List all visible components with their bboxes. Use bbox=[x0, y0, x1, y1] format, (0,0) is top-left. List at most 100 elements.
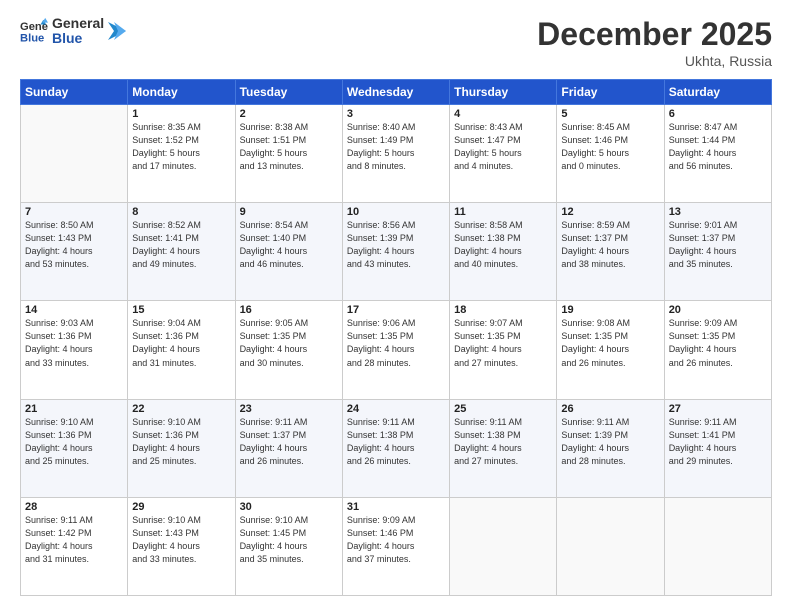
calendar-cell: 15Sunrise: 9:04 AMSunset: 1:36 PMDayligh… bbox=[128, 301, 235, 399]
day-number: 9 bbox=[240, 206, 338, 218]
logo-arrow-icon bbox=[108, 22, 126, 40]
calendar-cell: 31Sunrise: 9:09 AMSunset: 1:46 PMDayligh… bbox=[342, 497, 449, 595]
col-header-tuesday: Tuesday bbox=[235, 80, 342, 105]
calendar-cell: 13Sunrise: 9:01 AMSunset: 1:37 PMDayligh… bbox=[664, 203, 771, 301]
calendar-cell bbox=[21, 105, 128, 203]
location: Ukhta, Russia bbox=[537, 53, 772, 69]
day-info: Sunrise: 8:47 AMSunset: 1:44 PMDaylight:… bbox=[669, 121, 767, 173]
logo: General Blue General Blue bbox=[20, 16, 126, 47]
calendar-cell: 1Sunrise: 8:35 AMSunset: 1:52 PMDaylight… bbox=[128, 105, 235, 203]
calendar-cell: 16Sunrise: 9:05 AMSunset: 1:35 PMDayligh… bbox=[235, 301, 342, 399]
day-number: 29 bbox=[132, 501, 230, 513]
col-header-wednesday: Wednesday bbox=[342, 80, 449, 105]
calendar-cell: 19Sunrise: 9:08 AMSunset: 1:35 PMDayligh… bbox=[557, 301, 664, 399]
calendar-cell: 26Sunrise: 9:11 AMSunset: 1:39 PMDayligh… bbox=[557, 399, 664, 497]
day-number: 13 bbox=[669, 206, 767, 218]
calendar-cell: 29Sunrise: 9:10 AMSunset: 1:43 PMDayligh… bbox=[128, 497, 235, 595]
calendar-week-row: 1Sunrise: 8:35 AMSunset: 1:52 PMDaylight… bbox=[21, 105, 772, 203]
calendar-cell: 9Sunrise: 8:54 AMSunset: 1:40 PMDaylight… bbox=[235, 203, 342, 301]
day-number: 21 bbox=[25, 403, 123, 415]
calendar-cell: 27Sunrise: 9:11 AMSunset: 1:41 PMDayligh… bbox=[664, 399, 771, 497]
calendar-cell bbox=[557, 497, 664, 595]
header: General Blue General Blue December 2025 … bbox=[20, 16, 772, 69]
day-number: 10 bbox=[347, 206, 445, 218]
day-number: 22 bbox=[132, 403, 230, 415]
calendar-cell: 8Sunrise: 8:52 AMSunset: 1:41 PMDaylight… bbox=[128, 203, 235, 301]
day-info: Sunrise: 9:11 AMSunset: 1:38 PMDaylight:… bbox=[454, 416, 552, 468]
day-info: Sunrise: 8:54 AMSunset: 1:40 PMDaylight:… bbox=[240, 219, 338, 271]
col-header-friday: Friday bbox=[557, 80, 664, 105]
col-header-saturday: Saturday bbox=[664, 80, 771, 105]
calendar-cell: 25Sunrise: 9:11 AMSunset: 1:38 PMDayligh… bbox=[450, 399, 557, 497]
day-info: Sunrise: 8:43 AMSunset: 1:47 PMDaylight:… bbox=[454, 121, 552, 173]
day-number: 24 bbox=[347, 403, 445, 415]
logo-text-blue: Blue bbox=[52, 31, 104, 46]
day-info: Sunrise: 8:50 AMSunset: 1:43 PMDaylight:… bbox=[25, 219, 123, 271]
day-info: Sunrise: 9:11 AMSunset: 1:37 PMDaylight:… bbox=[240, 416, 338, 468]
calendar-cell: 28Sunrise: 9:11 AMSunset: 1:42 PMDayligh… bbox=[21, 497, 128, 595]
day-info: Sunrise: 9:10 AMSunset: 1:36 PMDaylight:… bbox=[25, 416, 123, 468]
day-number: 3 bbox=[347, 108, 445, 120]
day-number: 28 bbox=[25, 501, 123, 513]
calendar-cell: 3Sunrise: 8:40 AMSunset: 1:49 PMDaylight… bbox=[342, 105, 449, 203]
calendar-cell: 30Sunrise: 9:10 AMSunset: 1:45 PMDayligh… bbox=[235, 497, 342, 595]
calendar-week-row: 21Sunrise: 9:10 AMSunset: 1:36 PMDayligh… bbox=[21, 399, 772, 497]
day-info: Sunrise: 9:11 AMSunset: 1:42 PMDaylight:… bbox=[25, 514, 123, 566]
day-number: 14 bbox=[25, 304, 123, 316]
day-number: 2 bbox=[240, 108, 338, 120]
day-info: Sunrise: 8:40 AMSunset: 1:49 PMDaylight:… bbox=[347, 121, 445, 173]
day-number: 5 bbox=[561, 108, 659, 120]
day-info: Sunrise: 9:09 AMSunset: 1:46 PMDaylight:… bbox=[347, 514, 445, 566]
calendar-week-row: 7Sunrise: 8:50 AMSunset: 1:43 PMDaylight… bbox=[21, 203, 772, 301]
col-header-sunday: Sunday bbox=[21, 80, 128, 105]
day-number: 12 bbox=[561, 206, 659, 218]
day-number: 15 bbox=[132, 304, 230, 316]
calendar-cell: 18Sunrise: 9:07 AMSunset: 1:35 PMDayligh… bbox=[450, 301, 557, 399]
day-number: 27 bbox=[669, 403, 767, 415]
calendar-cell: 10Sunrise: 8:56 AMSunset: 1:39 PMDayligh… bbox=[342, 203, 449, 301]
calendar-cell: 23Sunrise: 9:11 AMSunset: 1:37 PMDayligh… bbox=[235, 399, 342, 497]
logo-text-general: General bbox=[52, 16, 104, 31]
day-number: 20 bbox=[669, 304, 767, 316]
day-info: Sunrise: 9:06 AMSunset: 1:35 PMDaylight:… bbox=[347, 317, 445, 369]
calendar-table: SundayMondayTuesdayWednesdayThursdayFrid… bbox=[20, 79, 772, 596]
day-number: 17 bbox=[347, 304, 445, 316]
day-number: 8 bbox=[132, 206, 230, 218]
title-block: December 2025 Ukhta, Russia bbox=[537, 16, 772, 69]
day-number: 6 bbox=[669, 108, 767, 120]
day-number: 18 bbox=[454, 304, 552, 316]
col-header-monday: Monday bbox=[128, 80, 235, 105]
calendar-cell: 12Sunrise: 8:59 AMSunset: 1:37 PMDayligh… bbox=[557, 203, 664, 301]
day-info: Sunrise: 9:10 AMSunset: 1:45 PMDaylight:… bbox=[240, 514, 338, 566]
day-number: 30 bbox=[240, 501, 338, 513]
day-info: Sunrise: 9:10 AMSunset: 1:43 PMDaylight:… bbox=[132, 514, 230, 566]
day-number: 26 bbox=[561, 403, 659, 415]
day-info: Sunrise: 9:07 AMSunset: 1:35 PMDaylight:… bbox=[454, 317, 552, 369]
day-info: Sunrise: 8:58 AMSunset: 1:38 PMDaylight:… bbox=[454, 219, 552, 271]
day-number: 4 bbox=[454, 108, 552, 120]
day-info: Sunrise: 9:09 AMSunset: 1:35 PMDaylight:… bbox=[669, 317, 767, 369]
day-info: Sunrise: 8:35 AMSunset: 1:52 PMDaylight:… bbox=[132, 121, 230, 173]
day-info: Sunrise: 8:52 AMSunset: 1:41 PMDaylight:… bbox=[132, 219, 230, 271]
calendar-week-row: 28Sunrise: 9:11 AMSunset: 1:42 PMDayligh… bbox=[21, 497, 772, 595]
day-info: Sunrise: 9:11 AMSunset: 1:38 PMDaylight:… bbox=[347, 416, 445, 468]
logo-icon: General Blue bbox=[20, 17, 48, 45]
day-info: Sunrise: 9:04 AMSunset: 1:36 PMDaylight:… bbox=[132, 317, 230, 369]
day-info: Sunrise: 8:45 AMSunset: 1:46 PMDaylight:… bbox=[561, 121, 659, 173]
day-number: 7 bbox=[25, 206, 123, 218]
day-info: Sunrise: 9:11 AMSunset: 1:41 PMDaylight:… bbox=[669, 416, 767, 468]
calendar-week-row: 14Sunrise: 9:03 AMSunset: 1:36 PMDayligh… bbox=[21, 301, 772, 399]
day-number: 31 bbox=[347, 501, 445, 513]
calendar-cell: 4Sunrise: 8:43 AMSunset: 1:47 PMDaylight… bbox=[450, 105, 557, 203]
calendar-cell: 6Sunrise: 8:47 AMSunset: 1:44 PMDaylight… bbox=[664, 105, 771, 203]
calendar-cell bbox=[664, 497, 771, 595]
day-info: Sunrise: 9:11 AMSunset: 1:39 PMDaylight:… bbox=[561, 416, 659, 468]
calendar-cell: 7Sunrise: 8:50 AMSunset: 1:43 PMDaylight… bbox=[21, 203, 128, 301]
calendar-cell: 21Sunrise: 9:10 AMSunset: 1:36 PMDayligh… bbox=[21, 399, 128, 497]
calendar-cell: 17Sunrise: 9:06 AMSunset: 1:35 PMDayligh… bbox=[342, 301, 449, 399]
day-number: 23 bbox=[240, 403, 338, 415]
day-info: Sunrise: 8:56 AMSunset: 1:39 PMDaylight:… bbox=[347, 219, 445, 271]
svg-text:Blue: Blue bbox=[20, 33, 44, 45]
day-info: Sunrise: 9:03 AMSunset: 1:36 PMDaylight:… bbox=[25, 317, 123, 369]
page: General Blue General Blue December 2025 … bbox=[0, 0, 792, 612]
